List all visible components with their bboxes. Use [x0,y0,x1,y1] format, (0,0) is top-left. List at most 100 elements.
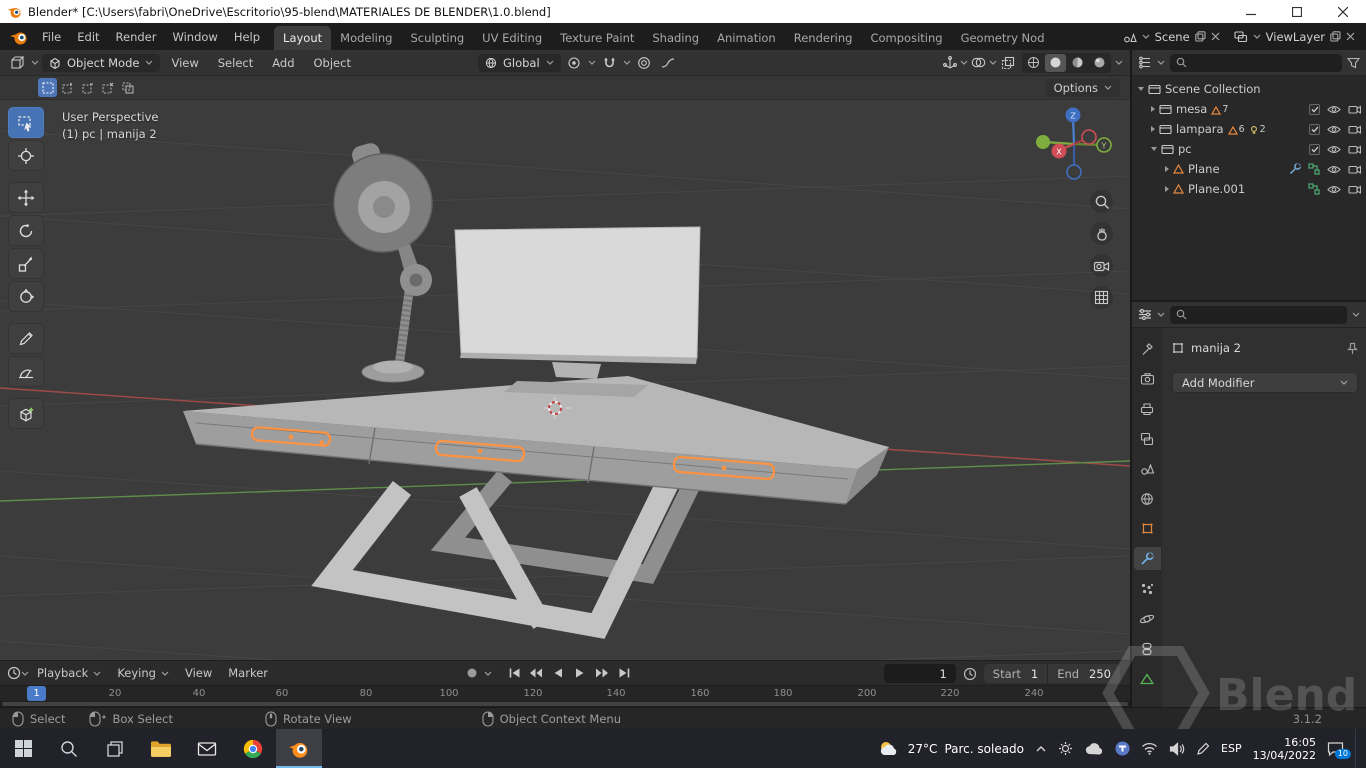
proportional-falloff-button[interactable] [658,53,679,73]
weather-widget[interactable]: 27°C Parc. soleado [877,739,1024,759]
menu-keying[interactable]: Keying [109,666,177,680]
outliner-row-mesa[interactable]: mesa 7 [1132,99,1366,119]
select-mode-invert-button[interactable] [98,78,117,97]
menu-view[interactable]: View [163,50,206,75]
timeline-editor-icon[interactable] [7,666,21,680]
wifi-icon[interactable] [1141,742,1158,755]
camera-icon[interactable] [1348,164,1361,174]
task-view-button[interactable] [92,729,138,768]
tab-texture-paint[interactable]: Texture Paint [551,26,643,50]
auto-keying-record-icon[interactable] [462,664,482,682]
select-mode-extend-button[interactable] [58,78,77,97]
expand-icon[interactable] [1151,126,1155,132]
tab-object-properties[interactable] [1134,517,1161,540]
3d-scene[interactable] [0,76,1130,660]
outliner-row-plane[interactable]: Plane [1132,159,1366,179]
minimize-button[interactable] [1228,0,1274,23]
scale-tool[interactable] [8,248,44,279]
volume-icon[interactable] [1169,741,1185,756]
unlink-scene-icon[interactable] [1211,32,1220,41]
pin-icon[interactable] [1347,342,1358,355]
add-cube-tool[interactable] [8,398,44,429]
end-frame-field[interactable]: End 250 [1048,664,1120,683]
tray-app-icon[interactable] [1058,741,1073,756]
current-frame-field[interactable]: 1 [883,664,956,683]
expand-icon[interactable] [1165,166,1169,172]
scrollbar-thumb[interactable] [2,702,1128,706]
pivot-point-button[interactable] [564,53,585,73]
menu-file[interactable]: File [34,23,69,50]
filter-icon[interactable] [1347,57,1360,69]
outliner-search-input[interactable] [1170,53,1342,72]
add-modifier-button[interactable]: Add Modifier [1172,372,1358,393]
tab-particle-properties[interactable] [1134,577,1161,600]
tab-rendering[interactable]: Rendering [785,26,862,50]
pen-icon[interactable] [1196,742,1210,756]
outliner-row-lampara[interactable]: lampara 6 2 [1132,119,1366,139]
select-mode-new-button[interactable] [38,78,57,97]
rotate-tool[interactable] [8,215,44,246]
menu-playback[interactable]: Playback [29,666,109,680]
shading-solid-button[interactable] [1045,53,1066,72]
camera-icon[interactable] [1348,104,1361,114]
move-tool[interactable] [8,182,44,213]
tab-physics-properties[interactable] [1134,607,1161,630]
menu-add[interactable]: Add [264,50,302,75]
menu-select[interactable]: Select [210,50,261,75]
show-desktop-button[interactable] [1355,729,1360,768]
start-button[interactable] [0,729,46,768]
tab-modeling[interactable]: Modeling [331,26,401,50]
shading-rendered-button[interactable] [1089,54,1110,72]
select-mode-intersect-button[interactable] [118,78,137,97]
timeline-ruler[interactable]: 20 40 60 80 100 120 140 160 180 200 220 … [0,685,1130,709]
proportional-editing-button[interactable] [634,53,655,73]
tab-compositing[interactable]: Compositing [861,26,951,50]
menu-marker[interactable]: Marker [220,666,276,680]
hidden-icons-chevron[interactable] [1035,745,1047,753]
selectable-checkbox[interactable] [1309,103,1320,115]
scene-selector[interactable]: Scene [1116,30,1227,44]
tab-geometry-nodes[interactable]: Geometry Nod [952,26,1054,50]
camera-view-icon[interactable] [1090,254,1113,277]
selectable-checkbox[interactable] [1309,143,1320,155]
properties-editor-icon[interactable] [1138,308,1152,321]
tab-shading[interactable]: Shading [643,26,708,50]
shading-material-button[interactable] [1067,54,1088,72]
menu-window[interactable]: Window [164,23,225,50]
select-box-tool[interactable] [8,107,44,138]
menu-edit[interactable]: Edit [69,23,107,50]
onedrive-icon[interactable] [1084,742,1104,755]
mail-button[interactable] [184,729,230,768]
tab-data-properties[interactable] [1134,667,1161,690]
blender-taskbar-button[interactable] [276,729,322,768]
xray-toggle-button[interactable] [997,53,1018,73]
start-frame-field[interactable]: Start 1 [983,664,1048,683]
action-center-button[interactable]: 10 [1327,741,1351,759]
teams-icon[interactable] [1115,741,1130,756]
shading-wireframe-button[interactable] [1023,54,1044,72]
pan-hand-icon[interactable] [1090,222,1113,245]
outliner-editor-icon[interactable] [1138,56,1152,69]
clock[interactable]: 16:05 13/04/2022 [1253,736,1316,762]
tab-scene-properties[interactable] [1134,457,1161,480]
eye-icon[interactable] [1327,185,1341,194]
eye-icon[interactable] [1327,125,1341,134]
tab-layout[interactable]: Layout [274,26,332,50]
eye-icon[interactable] [1327,165,1341,174]
tab-sculpting[interactable]: Sculpting [401,26,473,50]
outliner-row-plane-001[interactable]: Plane.001 [1132,179,1366,199]
tab-animation[interactable]: Animation [708,26,785,50]
measure-tool[interactable] [8,356,44,387]
menu-view[interactable]: View [177,666,220,680]
show-gizmo-button[interactable] [939,53,960,73]
tab-viewlayer-properties[interactable] [1134,427,1161,450]
file-explorer-button[interactable] [138,729,184,768]
tab-tool-properties[interactable] [1134,337,1161,360]
3d-viewport[interactable]: Options User Perspective (1) pc | manija… [0,76,1130,660]
properties-search-input[interactable] [1170,305,1347,324]
maximize-button[interactable] [1274,0,1320,23]
snap-magnet-button[interactable] [599,53,620,73]
new-viewlayer-icon[interactable] [1330,31,1341,42]
use-preview-range-icon[interactable] [963,667,977,681]
mode-dropdown[interactable]: Object Mode [42,53,161,72]
